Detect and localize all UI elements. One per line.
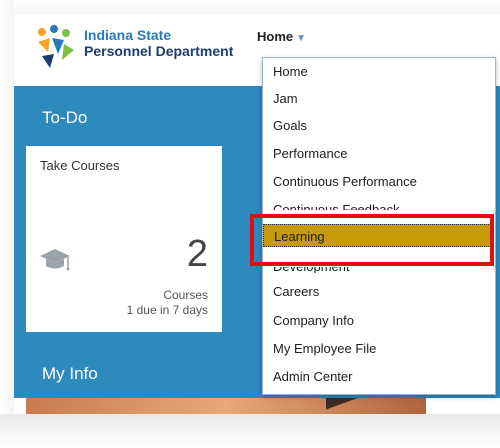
menu-item-development[interactable]: Development <box>263 267 495 273</box>
home-menu-label: Home <box>257 29 294 44</box>
menu-item-continuous-performance[interactable]: Continuous Performance <box>263 170 495 193</box>
menu-item-company-info[interactable]: Company Info <box>263 309 495 332</box>
chevron-down-icon: ▼ <box>296 33 307 44</box>
course-count: 2 <box>186 233 208 275</box>
menu-item-careers[interactable]: Careers <box>263 280 495 303</box>
take-courses-card[interactable]: Take Courses 2 Courses 1 due in 7 days <box>26 146 222 332</box>
menu-item-my-employee-file[interactable]: My Employee File <box>263 337 495 360</box>
course-due-text: 1 due in 7 days <box>126 303 208 317</box>
menu-item-admin-center[interactable]: Admin Center <box>263 365 495 388</box>
menu-item-jam[interactable]: Jam <box>263 87 495 110</box>
menu-item-home[interactable]: Home <box>263 60 495 83</box>
graduation-cap-icon <box>40 249 70 271</box>
org-name-line1: Indiana State <box>84 27 172 43</box>
menu-item-continuous-feedback[interactable]: Continuous Feedback <box>263 198 495 210</box>
profile-photo-banner <box>26 398 426 414</box>
todo-section-title: To-Do <box>42 108 88 127</box>
myinfo-section-title: My Info <box>42 364 98 383</box>
org-name-line2: Personnel Department <box>84 43 234 59</box>
org-name: Indiana State Personnel Department <box>84 27 233 59</box>
org-logo-icon[interactable] <box>34 24 76 70</box>
menu-item-performance[interactable]: Performance <box>263 142 495 165</box>
menu-item-goals[interactable]: Goals <box>263 114 495 137</box>
course-count-label: Courses <box>163 288 208 302</box>
bottom-edge <box>0 414 500 448</box>
left-edge <box>0 0 14 448</box>
highlight-box <box>250 214 494 266</box>
card-title: Take Courses <box>40 158 120 173</box>
app-frame: Indiana State Personnel Department Home ▼… <box>0 0 500 448</box>
home-menu-button[interactable]: Home ▼ <box>257 29 306 44</box>
adjacent-card-edge <box>434 398 500 414</box>
top-edge <box>0 0 500 14</box>
